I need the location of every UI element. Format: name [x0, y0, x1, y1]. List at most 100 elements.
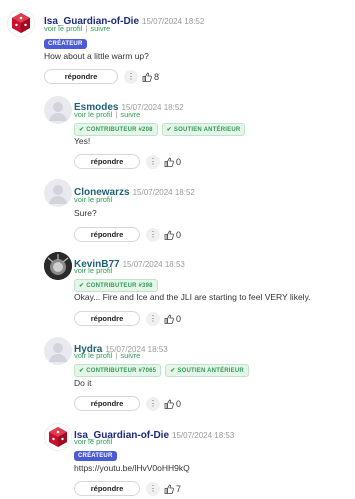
like-count: 8 — [154, 71, 160, 82]
checkmark-icon: ✔ — [79, 368, 85, 375]
comment-actions: répondre ⋮ 0 — [74, 154, 181, 169]
avatar[interactable] — [44, 179, 72, 207]
more-options-icon[interactable]: ⋮ — [146, 311, 160, 326]
more-options-icon[interactable]: ⋮ — [124, 69, 138, 84]
thumbs-up-icon — [164, 314, 174, 324]
comment-date: 15/07/2024 18:53 — [122, 260, 185, 269]
more-options-icon[interactable]: ⋮ — [146, 154, 160, 169]
like-button[interactable]: 0 — [164, 230, 181, 240]
badge-label: SOUTIEN ANTÉRIEUR — [173, 127, 241, 134]
reply-button[interactable]: répondre — [74, 311, 140, 326]
default-user-icon — [49, 343, 67, 362]
comment-actions: répondre ⋮ 0 — [74, 396, 181, 411]
separator: | — [85, 24, 88, 33]
comment-5: Hydra 15/07/2024 18:53 voir le profil | sui… — [0, 332, 355, 417]
avatar[interactable] — [44, 337, 72, 365]
more-options-icon[interactable]: ⋮ — [146, 481, 160, 496]
profile-links: voir le profil | suivre — [74, 110, 140, 119]
thumbs-up-icon — [164, 230, 174, 240]
comment-3: Clonewarzs 15/07/2024 18:52 voir le profi… — [0, 175, 355, 247]
creator-badge: CRÉATEUR — [44, 38, 87, 49]
profile-links: voir le profil | suivre — [74, 351, 140, 360]
follow-link[interactable]: suivre — [90, 24, 110, 33]
view-profile-link[interactable]: voir le profil — [74, 437, 112, 446]
like-button[interactable]: 7 — [164, 484, 181, 494]
follow-link[interactable]: suivre — [120, 110, 140, 119]
thumbs-up-icon — [164, 157, 174, 167]
avatar[interactable] — [44, 423, 72, 451]
badge-label: SOUTIEN ANTÉRIEUR — [177, 368, 244, 375]
comment-date: 15/07/2024 18:53 — [172, 431, 235, 440]
reply-button[interactable]: répondre — [74, 481, 140, 496]
red-die-avatar-icon — [12, 13, 30, 33]
view-profile-link[interactable]: voir le profil — [74, 110, 112, 119]
profile-links: voir le profil — [74, 266, 112, 275]
contributor-badge: ✔ CONTRIBUTEUR #7065 — [74, 364, 162, 378]
badge-label: CONTRIBUTEUR #398 — [86, 283, 153, 290]
creator-badge: CRÉATEUR — [74, 450, 117, 461]
avatar[interactable] — [44, 252, 72, 280]
view-profile-link[interactable]: voir le profil — [74, 266, 112, 275]
comment-text: Do it — [74, 378, 92, 388]
comment-6: Isa_Guardian-of-Die 15/07/2024 18:53 voir… — [0, 417, 355, 499]
like-count: 0 — [176, 156, 182, 167]
supporter-badge: ✔ SOUTIEN ANTÉRIEUR — [165, 364, 249, 378]
profile-links: voir le profil — [74, 195, 112, 204]
comment-text: How about a little warm up? — [44, 51, 149, 61]
comment-text: Sure? — [74, 208, 97, 218]
avatar[interactable] — [7, 9, 35, 37]
more-options-icon[interactable]: ⋮ — [146, 227, 160, 242]
comment-actions: répondre ⋮ 8 — [44, 69, 159, 84]
comment-link[interactable]: https://youtu.be/lHvV0oHH9kQ — [74, 463, 190, 473]
like-button[interactable]: 8 — [142, 72, 159, 82]
thumbs-up-icon — [164, 399, 174, 409]
badge-label: CONTRIBUTEUR #7065 — [86, 368, 157, 375]
comment-date: 15/07/2024 18:52 — [142, 17, 205, 26]
like-count: 0 — [176, 229, 182, 240]
thumbs-up-icon — [164, 484, 174, 494]
contributor-badge: ✔ CONTRIBUTEUR #398 — [74, 279, 158, 293]
reply-button[interactable]: répondre — [74, 154, 140, 169]
contributor-badge: ✔ CONTRIBUTEUR #208 — [74, 123, 158, 137]
more-options-icon[interactable]: ⋮ — [146, 396, 160, 411]
like-count: 0 — [176, 313, 182, 324]
comment-4: KevinB77 15/07/2024 18:53 voir le profil … — [0, 247, 355, 332]
avatar[interactable] — [44, 96, 72, 124]
like-button[interactable]: 0 — [164, 157, 181, 167]
checkmark-icon: ✔ — [170, 368, 176, 375]
view-profile-link[interactable]: voir le profil — [74, 195, 112, 204]
like-button[interactable]: 0 — [164, 314, 181, 324]
comment-actions: répondre ⋮ 0 — [74, 227, 181, 242]
reply-button[interactable]: répondre — [74, 396, 140, 411]
red-die-avatar-icon — [49, 427, 67, 447]
like-count: 0 — [176, 398, 182, 409]
reply-button[interactable]: répondre — [44, 69, 118, 84]
comment-actions: répondre ⋮ 0 — [74, 311, 181, 326]
badge-label: CONTRIBUTEUR #208 — [86, 127, 153, 134]
comment-1: Isa_Guardian-of-Die 15/07/2024 18:52 voir… — [0, 0, 355, 90]
separator: | — [115, 110, 118, 119]
view-profile-link[interactable]: voir le profil — [44, 24, 82, 33]
photo-avatar-icon — [44, 252, 72, 280]
like-button[interactable]: 0 — [164, 399, 181, 409]
default-user-icon — [49, 185, 67, 204]
comment-date: 15/07/2024 18:52 — [132, 188, 195, 197]
profile-links: voir le profil — [74, 437, 112, 446]
comment-text: Okay... Fire and Ice and the JLI are sta… — [74, 292, 311, 302]
separator: | — [115, 351, 118, 360]
checkmark-icon: ✔ — [79, 283, 85, 290]
supporter-badge: ✔ SOUTIEN ANTÉRIEUR — [161, 123, 246, 137]
badges: ✔ CONTRIBUTEUR #208 ✔ SOUTIEN ANTÉRIEUR — [74, 121, 249, 139]
default-user-icon — [49, 102, 67, 121]
follow-link[interactable]: suivre — [120, 351, 140, 360]
reply-button[interactable]: répondre — [74, 227, 140, 242]
view-profile-link[interactable]: voir le profil — [74, 351, 112, 360]
comment-2: Esmodes 15/07/2024 18:52 voir le profil | s… — [0, 90, 355, 175]
checkmark-icon: ✔ — [79, 127, 85, 134]
thumbs-up-icon — [142, 72, 152, 82]
checkmark-icon: ✔ — [166, 127, 172, 134]
like-count: 7 — [176, 483, 182, 494]
badges: ✔ CONTRIBUTEUR #7065 ✔ SOUTIEN ANTÉRIEUR — [74, 362, 253, 380]
comment-actions: répondre ⋮ 7 — [74, 481, 181, 496]
profile-links: voir le profil | suivre — [44, 24, 110, 33]
